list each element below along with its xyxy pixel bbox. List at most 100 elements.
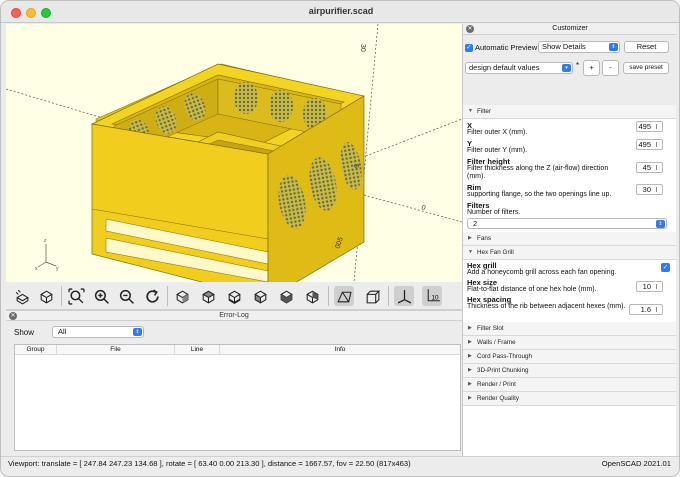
section-walls-frame[interactable]: ▶ Walls / Frame	[463, 336, 676, 350]
param-rim-spinbox[interactable]: 30	[636, 184, 663, 195]
zoom-in-icon[interactable]	[91, 286, 111, 306]
app-window: airpurifier.scad x y z 30 5 0 005 10 ✕ E…	[0, 0, 680, 477]
svg-text:5: 5	[352, 164, 359, 168]
param-y-spinbox[interactable]: 495	[636, 139, 663, 150]
details-select-value: Show Details	[542, 42, 586, 51]
error-log-table: Group File Line Info	[14, 344, 461, 451]
param-y-desc: Filter outer Y (mm).	[467, 147, 528, 154]
param-hex-grill-checkbox[interactable]: ✓	[661, 263, 670, 272]
show-filter-label: Show	[14, 328, 35, 337]
customizer-title: Customizer	[552, 25, 588, 32]
view-back-icon[interactable]	[302, 286, 322, 306]
details-select[interactable]: Show Details ⇕	[538, 41, 620, 53]
automatic-preview-checkbox[interactable]: ✓	[465, 44, 473, 52]
section-render-quality[interactable]: ▶ Render Quality	[463, 392, 676, 406]
section-fans-label: Fans	[477, 235, 491, 242]
preview-render-icon[interactable]	[12, 286, 32, 306]
column-header-line[interactable]: Line	[175, 345, 220, 355]
collapsed-triangle-icon: ▶	[468, 381, 472, 387]
viewport-toolbar: 10	[6, 282, 462, 310]
reset-button[interactable]: Reset	[624, 41, 669, 53]
section-3d-print-chunking[interactable]: ▶ 3D-Print Chunking	[463, 364, 676, 378]
section-render-print-label: Render / Print	[477, 381, 516, 388]
customizer-panel: ✕ Customizer ✓ Automatic Preview Show De…	[462, 24, 676, 456]
reset-view-icon[interactable]	[142, 286, 162, 306]
column-header-info[interactable]: Info	[220, 345, 460, 355]
show-scale-icon[interactable]: 10	[422, 286, 442, 306]
expanded-triangle-icon: ▼	[468, 108, 473, 114]
param-filter-height-spinbox[interactable]: 45	[636, 162, 663, 173]
param-x-spinbox[interactable]: 495	[636, 121, 663, 132]
customizer-close-icon[interactable]: ✕	[466, 25, 474, 33]
param-filters-value: 2	[473, 219, 478, 228]
collapsed-triangle-icon: ▶	[468, 395, 472, 401]
view-left-icon[interactable]	[250, 286, 270, 306]
view-front-icon[interactable]	[276, 286, 296, 306]
error-log-panel: Show All ⇕ Group File Line Info	[6, 321, 462, 455]
remove-preset-button[interactable]: -	[602, 60, 619, 76]
section-render-quality-label: Render Quality	[477, 395, 519, 402]
svg-text:0: 0	[420, 204, 426, 212]
param-filter-height-desc: Filter thickness along the Z (air-flow) …	[467, 165, 609, 181]
perspective-icon[interactable]	[334, 286, 354, 306]
svg-text:x: x	[35, 266, 38, 272]
viewport-status-text: Viewport: translate = [ 247.84 247.23 13…	[8, 459, 411, 468]
svg-text:y: y	[56, 266, 59, 272]
param-hex-spacing-spinbox[interactable]: 1.6	[629, 304, 663, 315]
param-filters-desc: Number of filters.	[467, 209, 521, 216]
view-right-icon[interactable]	[172, 286, 192, 306]
show-filter-select[interactable]: All ⇕	[52, 326, 144, 338]
view-all-icon[interactable]	[66, 286, 86, 306]
preset-select[interactable]: design default values ▾	[465, 62, 573, 74]
error-log-header: ✕ Error-Log	[6, 310, 462, 321]
section-render-print[interactable]: ▶ Render / Print	[463, 378, 676, 392]
window-title: airpurifier.scad	[308, 6, 374, 16]
section-walls-frame-label: Walls / Frame	[477, 339, 516, 346]
model-render: x y z 30 5 0 005	[6, 24, 462, 282]
chevron-updown-icon: ⇕	[656, 220, 665, 228]
param-hex-grill-desc: Add a honeycomb grill across each fan op…	[467, 269, 617, 276]
3d-viewport[interactable]: x y z 30 5 0 005	[6, 24, 462, 282]
customizer-header: ✕ Customizer	[463, 24, 676, 35]
collapsed-triangle-icon: ▶	[468, 339, 472, 345]
expanded-triangle-icon: ▼	[468, 249, 473, 255]
parameter-list: ▼ Filter X Filter outer X (mm). 495 Y Fil…	[463, 105, 676, 456]
automatic-preview-label: Automatic Preview	[475, 43, 538, 52]
param-hex-size-spinbox[interactable]: 10	[636, 281, 663, 292]
collapsed-triangle-icon: ▶	[468, 353, 472, 359]
render-icon[interactable]	[36, 286, 56, 306]
section-filter-slot-label: Filter Slot	[477, 325, 504, 332]
section-filter-label: Filter	[477, 108, 491, 115]
status-bar: Viewport: translate = [ 247.84 247.23 13…	[1, 456, 679, 476]
save-preset-button[interactable]: save preset	[623, 62, 669, 74]
modified-indicator: *	[576, 61, 580, 70]
column-header-group[interactable]: Group	[15, 345, 57, 355]
title-bar: airpurifier.scad	[1, 1, 679, 23]
section-hex-fan-grill[interactable]: ▼ Hex Fan Grill	[463, 246, 676, 260]
param-hex-size-desc: Flat-to-flat distance of one hex hole (m…	[467, 286, 597, 293]
svg-text:z: z	[44, 238, 47, 244]
show-filter-value: All	[58, 327, 67, 336]
section-filter[interactable]: ▼ Filter	[463, 105, 676, 119]
section-cord-pass-through[interactable]: ▶ Cord Pass-Through	[463, 350, 676, 364]
chevron-updown-icon: ⇕	[609, 43, 618, 51]
param-x-desc: Filter outer X (mm).	[467, 129, 528, 136]
section-filter-slot[interactable]: ▶ Filter Slot	[463, 322, 676, 336]
orthogonal-icon[interactable]	[362, 286, 382, 306]
section-hex-fan-grill-label: Hex Fan Grill	[477, 249, 514, 256]
view-bottom-icon[interactable]	[224, 286, 244, 306]
column-header-file[interactable]: File	[57, 345, 175, 355]
param-rim-desc: supporting flange, so the two openings l…	[467, 191, 612, 198]
show-axes-icon[interactable]	[394, 286, 414, 306]
view-top-icon[interactable]	[198, 286, 218, 306]
chevron-down-icon: ▾	[562, 64, 571, 72]
zoom-out-icon[interactable]	[116, 286, 136, 306]
axis-gizmo	[37, 244, 57, 268]
param-hex-spacing-desc: Thickness of the rib between adjacent he…	[467, 303, 626, 310]
error-log-title: Error-Log	[219, 312, 249, 319]
add-preset-button[interactable]: +	[583, 60, 600, 76]
section-fans[interactable]: ▶ Fans	[463, 232, 676, 246]
param-filters-select[interactable]: 2 ⇕	[467, 218, 667, 229]
collapsed-triangle-icon: ▶	[468, 235, 472, 241]
error-log-close-icon[interactable]: ✕	[9, 312, 17, 320]
